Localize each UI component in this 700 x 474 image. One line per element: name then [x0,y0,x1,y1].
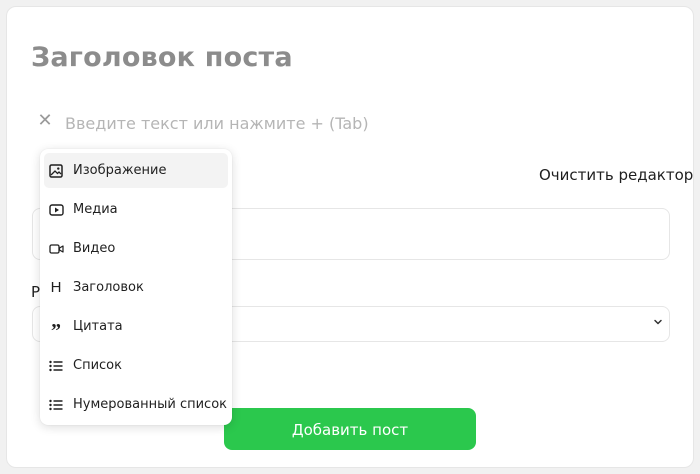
field-label: Р [31,283,41,301]
menu-item-label: Цитата [73,319,123,334]
menu-item-label: Видео [73,241,116,256]
media-play-icon [48,202,64,218]
add-post-button[interactable]: Добавить пост [224,408,476,450]
menu-item-quote[interactable]: ” Цитата [44,309,228,344]
block-type-menu: Изображение Медиа Видео H Заголовок ” Ци… [40,149,232,425]
close-icon[interactable]: ✕ [36,112,54,130]
menu-item-heading[interactable]: H Заголовок [44,270,228,305]
quote-icon: ” [51,319,61,342]
menu-item-image[interactable]: Изображение [44,153,228,188]
menu-item-numbered-list[interactable]: Нумерованный список [44,387,228,422]
menu-item-media[interactable]: Медиа [44,192,228,227]
post-title-input[interactable]: Заголовок поста [31,42,293,73]
clear-editor-button[interactable]: Очистить редактор [539,166,693,184]
menu-item-label: Медиа [73,202,118,217]
heading-icon: H [50,279,62,296]
menu-item-bulleted-list[interactable]: Список [44,348,228,383]
chevron-down-icon[interactable] [652,316,664,328]
editor-input[interactable]: Введите текст или нажмите + (Tab) [65,114,369,133]
numbered-list-icon [48,397,64,413]
menu-item-label: Изображение [73,163,167,178]
menu-item-label: Нумерованный список [73,397,228,412]
menu-item-label: Список [73,358,122,373]
menu-item-video[interactable]: Видео [44,231,228,266]
image-icon [48,163,64,179]
bulleted-list-icon [48,358,64,374]
menu-item-label: Заголовок [73,280,144,295]
video-camera-icon [48,241,64,257]
